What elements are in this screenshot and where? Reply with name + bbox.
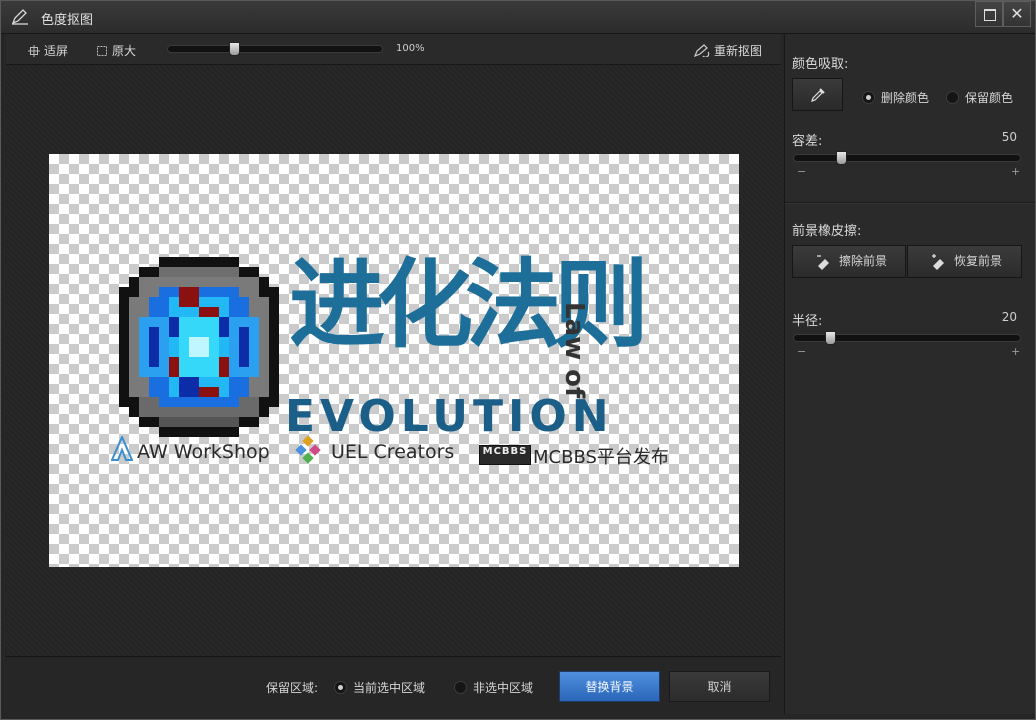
radio-unselected-region[interactable]: 非选中区域 — [454, 679, 533, 696]
eraser-label: 前景橡皮擦: — [792, 224, 862, 239]
radio-delete-color[interactable]: 删除颜色 — [862, 89, 929, 106]
credit-aw-workshop: AW WorkShop — [137, 441, 270, 463]
credit-mcbbs: MCBBS平台发布 — [533, 447, 669, 468]
artwork-subtitle: Law of — [559, 302, 589, 399]
close-icon: ✕ — [1010, 4, 1024, 23]
radio-off-indicator — [454, 681, 467, 694]
radio-current-selection-label: 当前选中区域 — [353, 681, 426, 695]
preview-toolbar: 适屏 原大 100% 重新抠图 — [6, 34, 781, 65]
fit-screen-label: 适屏 — [44, 44, 69, 58]
footer-bar: 保留区域: 当前选中区域 非选中区域 替换背景 取消 — [6, 656, 781, 715]
aw-logo-icon — [111, 436, 133, 461]
radio-keep-color[interactable]: 保留颜色 — [946, 89, 1013, 106]
maximize-icon — [984, 9, 996, 21]
eraser-minus-icon — [817, 255, 829, 270]
pixel-orb-icon — [119, 257, 279, 437]
erase-foreground-button[interactable]: 擦除前景 — [792, 245, 906, 278]
original-size-button[interactable]: 原大 — [96, 42, 136, 59]
preview-pane: 适屏 原大 100% 重新抠图 进化法则 Law of EVOLUTION AW… — [6, 34, 781, 715]
cancel-button[interactable]: 取消 — [669, 671, 770, 702]
radius-slider[interactable] — [793, 331, 1021, 345]
radio-keep-color-label: 保留颜色 — [965, 91, 1014, 105]
radius-increase-button[interactable]: + — [1011, 345, 1020, 358]
eraser-plus-icon — [932, 254, 944, 270]
keep-region-label: 保留区域: — [266, 681, 319, 695]
radius-decrease-button[interactable]: − — [797, 345, 806, 358]
title-bar: 色度抠图 ✕ — [1, 1, 1035, 34]
divider — [785, 202, 1035, 204]
zoom-slider[interactable] — [167, 42, 383, 56]
pen-icon — [11, 9, 28, 25]
radio-on-indicator — [334, 681, 347, 694]
radio-current-selection[interactable]: 当前选中区域 — [334, 679, 425, 696]
radius-label: 半径: — [792, 314, 823, 329]
maximize-button[interactable] — [975, 1, 1003, 27]
tolerance-increase-button[interactable]: + — [1011, 165, 1020, 178]
settings-panel: 颜色吸取: 删除颜色 保留颜色 容差: 50 − + 前景橡皮擦: 擦除前景 恢… — [784, 34, 1035, 714]
reset-matting-button[interactable]: 重新抠图 — [694, 42, 762, 59]
tolerance-value: 50 — [1001, 130, 1017, 144]
radius-slider-thumb[interactable] — [825, 331, 836, 345]
color-pick-label: 颜色吸取: — [792, 57, 849, 72]
zoom-slider-thumb[interactable] — [229, 42, 240, 56]
radio-unselected-region-label: 非选中区域 — [473, 681, 534, 695]
radio-on-indicator — [862, 91, 875, 104]
tolerance-label: 容差: — [792, 134, 823, 149]
mcbbs-badge-text: MCBBS — [482, 446, 528, 457]
restore-foreground-button[interactable]: 恢复前景 — [907, 245, 1022, 278]
restore-foreground-label: 恢复前景 — [954, 254, 1003, 268]
tolerance-slider[interactable] — [793, 151, 1021, 165]
reset-icon — [694, 44, 710, 57]
original-size-icon — [97, 46, 107, 56]
canvas-area[interactable]: 进化法则 Law of EVOLUTION AW WorkShop UEL Cr… — [6, 65, 781, 657]
zoom-value: 100% — [396, 43, 425, 54]
artwork-evolution: EVOLUTION — [285, 391, 614, 442]
tolerance-decrease-button[interactable]: − — [797, 165, 806, 178]
window-title: 色度抠图 — [41, 13, 94, 28]
uel-logo-icon — [295, 436, 321, 464]
tolerance-slider-thumb[interactable] — [836, 151, 847, 165]
radio-off-indicator — [946, 91, 959, 104]
image-canvas[interactable]: 进化法则 Law of EVOLUTION AW WorkShop UEL Cr… — [49, 154, 739, 567]
credit-uel-creators: UEL Creators — [331, 441, 455, 463]
mcbbs-logo-icon: MCBBS — [479, 445, 531, 465]
fit-screen-icon — [28, 45, 40, 57]
radio-delete-color-label: 删除颜色 — [881, 91, 930, 105]
original-size-label: 原大 — [112, 44, 137, 58]
close-button[interactable]: ✕ — [1003, 1, 1031, 27]
radius-value: 20 — [1001, 310, 1017, 324]
reset-matting-label: 重新抠图 — [714, 44, 763, 58]
chroma-key-dialog: 色度抠图 ✕ 适屏 原大 100% 重新抠图 进化法则 Law of EVOLU… — [0, 0, 1036, 720]
eyedropper-icon — [811, 88, 825, 102]
fit-screen-button[interactable]: 适屏 — [28, 42, 68, 59]
eyedropper-button[interactable] — [792, 78, 843, 111]
replace-background-button[interactable]: 替换背景 — [559, 671, 660, 702]
erase-foreground-label: 擦除前景 — [839, 254, 888, 268]
